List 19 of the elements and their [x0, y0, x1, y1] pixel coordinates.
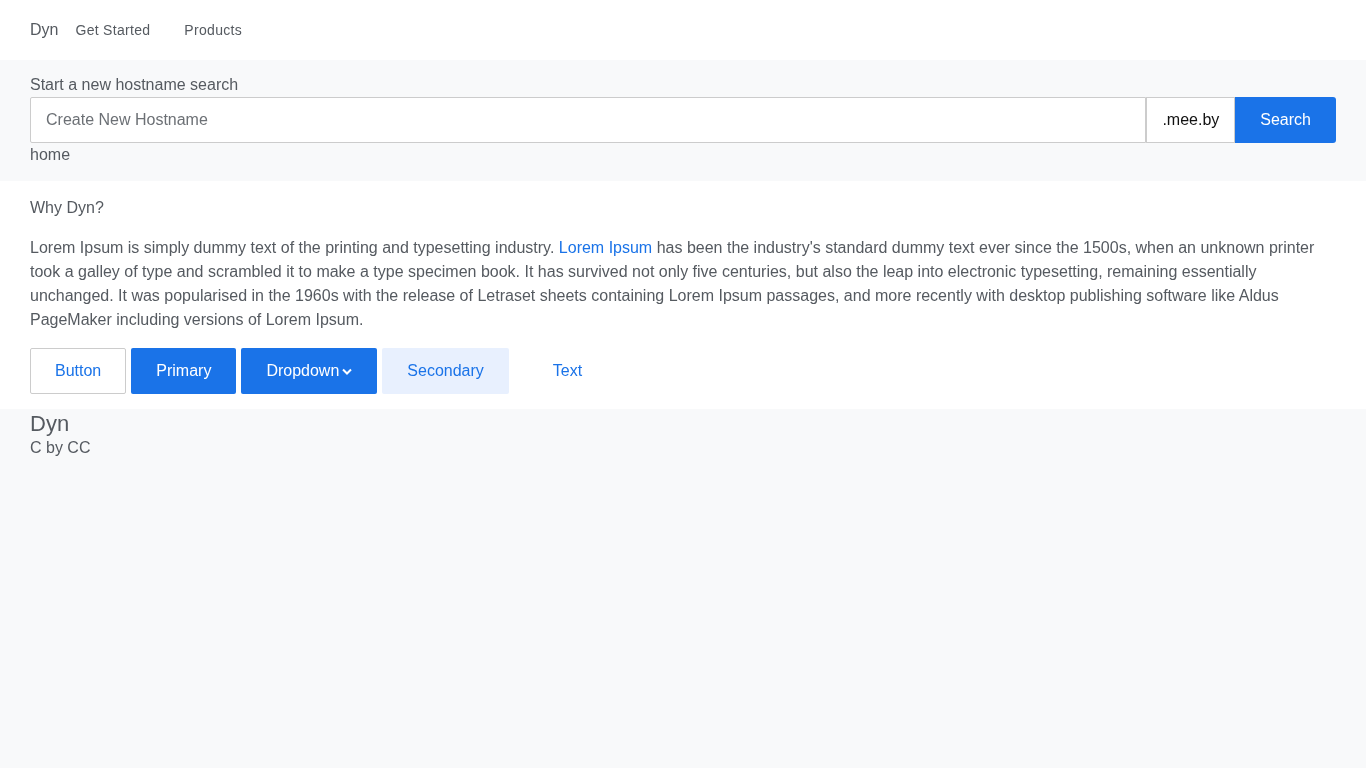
- search-label: Start a new hostname search: [30, 76, 240, 94]
- chevron-down-icon: [342, 367, 353, 375]
- secondary-button[interactable]: Secondary: [382, 348, 509, 394]
- note-text: home: [30, 146, 72, 164]
- dropdown-button[interactable]: Dropdown: [241, 348, 378, 394]
- text-button[interactable]: Text: [513, 348, 622, 394]
- brand-logo[interactable]: Dyn: [30, 21, 59, 39]
- nav-link[interactable]: Get Started: [58, 22, 168, 38]
- inline-link[interactable]: Lorem Ipsum: [558, 239, 653, 256]
- domain-suffix: .mee.by: [1146, 97, 1236, 143]
- section-heading: Why Dyn?: [30, 199, 105, 217]
- outline-button[interactable]: Button: [30, 348, 127, 394]
- footer-title: Dyn: [30, 411, 71, 437]
- body-paragraph: Lorem Ipsum is simply dummy text of the printing and typesetting industry. Lorem Ipsum has been the industry's standard dummy text ever since the 1500s, when an unknown printer took a galley of type and scrambled it to make a type specimen book. It has survived not only five centuries, but also the leap into electronic typesetting, remaining essentially unchanged. It was popularised in the 1960s with the release of Letraset sheets containing Lorem Ipsum passages, and more recently with desktop publishing software like Aldus PageMaker including versions of Lorem Ipsum.: [30, 238, 1316, 330]
- footer-credit: C by CC: [30, 439, 92, 457]
- primary-button[interactable]: Primary: [131, 348, 237, 394]
- nav-link[interactable]: Products: [167, 22, 259, 38]
- hostname-input[interactable]: Create New Hostname: [30, 97, 1147, 143]
- search-button[interactable]: Search: [1235, 97, 1336, 143]
